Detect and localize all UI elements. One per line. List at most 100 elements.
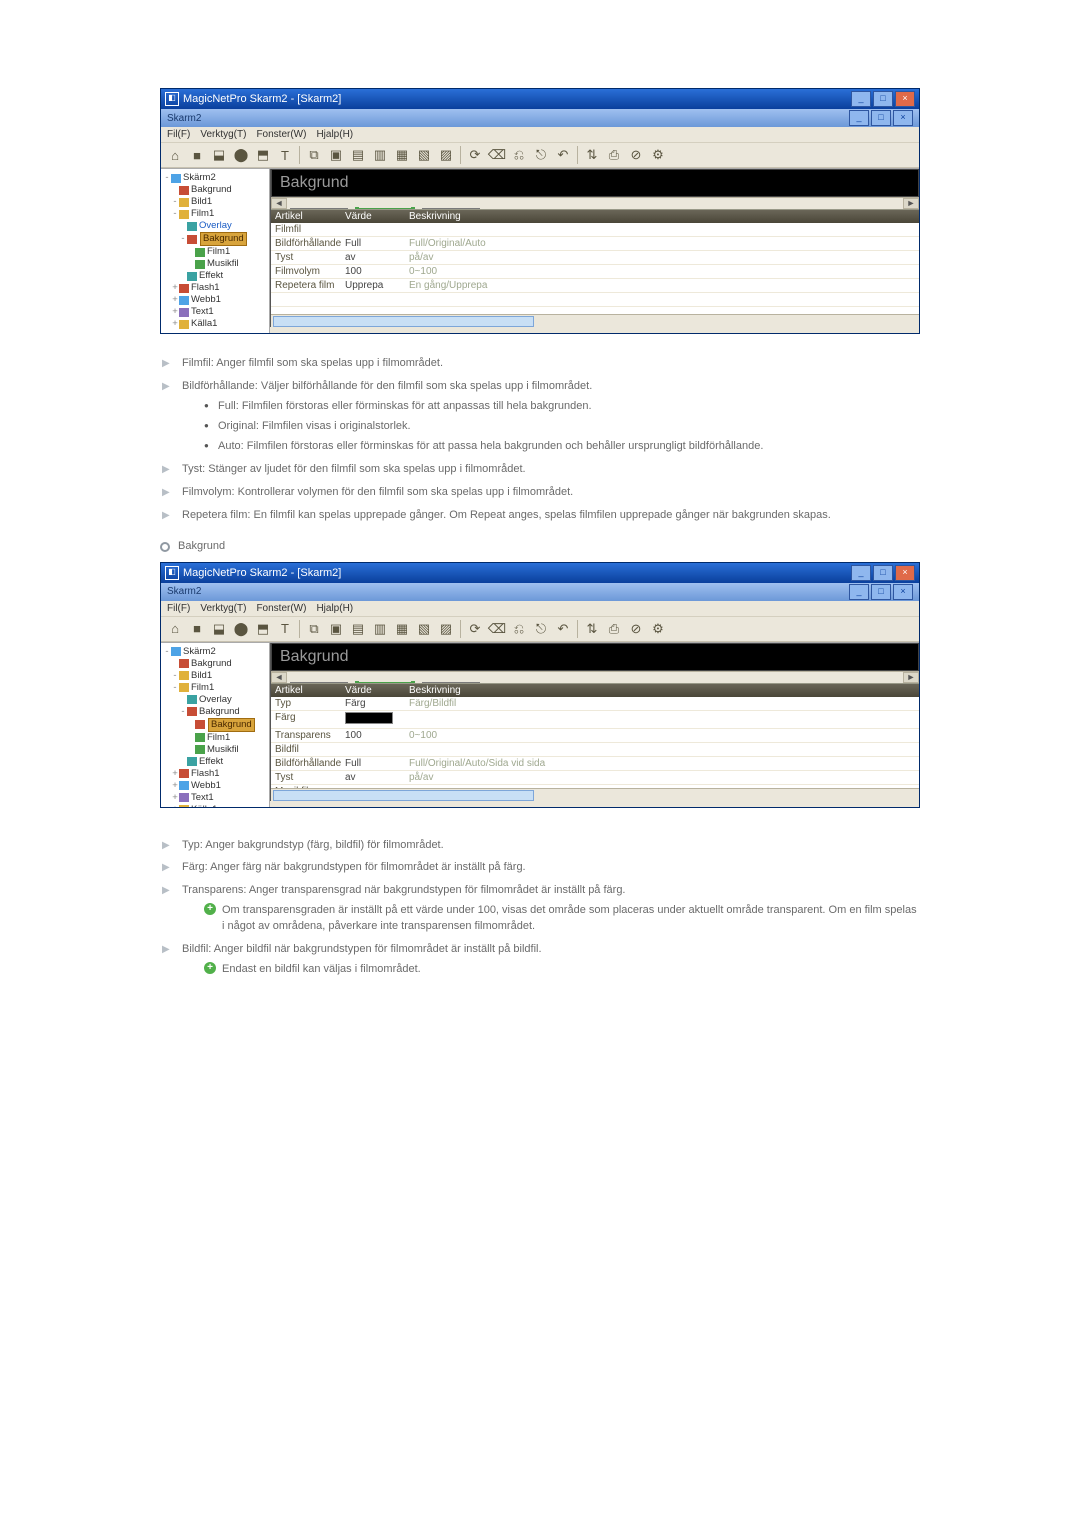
prop-value[interactable]: 100 — [345, 266, 409, 277]
toolbar-button-2[interactable]: ⬓ — [209, 145, 229, 165]
tree-item[interactable]: -Bakgrund — [163, 232, 267, 246]
toolbar-button-20[interactable]: ⊘ — [626, 145, 646, 165]
toolbar-button-9[interactable]: ▥ — [370, 619, 390, 639]
property-row[interactable]: Repetera filmUpprepaEn gång/Upprepa — [271, 279, 919, 293]
tree-item[interactable]: -Bild1 — [163, 670, 267, 682]
property-row[interactable]: Bildfil — [271, 743, 919, 757]
property-row[interactable]: Filmvolym1000~100 — [271, 265, 919, 279]
toolbar-button-6[interactable]: ⧉ — [304, 619, 324, 639]
tree-item[interactable]: +Källa1 — [163, 804, 267, 807]
toolbar-button-13[interactable]: ⟳ — [465, 145, 485, 165]
canvas[interactable]: Bakgrund Bild1 Film1 Flash1 Webb1 Text1 … — [271, 169, 919, 197]
sub-max-button[interactable]: □ — [871, 110, 891, 126]
prop-value[interactable]: Full — [345, 758, 409, 769]
toolbar-button-8[interactable]: ▤ — [348, 619, 368, 639]
toolbar-button-5[interactable]: T — [275, 619, 295, 639]
tree-item[interactable]: Overlay — [163, 220, 267, 232]
toolbar-button-16[interactable]: ⎋ — [531, 145, 551, 165]
prop-value[interactable] — [345, 224, 409, 235]
toolbar-button-21[interactable]: ⚙ — [648, 145, 668, 165]
toolbar-button-19[interactable]: ⎙ — [604, 619, 624, 639]
toolbar-button-8[interactable]: ▤ — [348, 145, 368, 165]
tree-item[interactable]: +Källa1 — [163, 318, 267, 330]
props-scrollbar[interactable] — [271, 788, 919, 801]
toolbar-button-17[interactable]: ↶ — [553, 619, 573, 639]
tree-item[interactable]: Film1 — [163, 246, 267, 258]
props-scrollbar[interactable] — [271, 314, 919, 327]
menu-file[interactable]: Fil(F) — [167, 603, 190, 614]
canvas[interactable]: Bakgrund Bild1 Film1 Flash1 Webb1 Text1 … — [271, 643, 919, 671]
tree-item[interactable]: -Skärm2 — [163, 172, 267, 184]
toolbar-button-6[interactable]: ⧉ — [304, 145, 324, 165]
tree-panel[interactable]: -Skärm2Bakgrund-Bild1-Film1Overlay-Bakgr… — [161, 643, 270, 807]
property-row[interactable]: Transparens1000~100 — [271, 729, 919, 743]
sub-min-button[interactable]: _ — [849, 110, 869, 126]
tree-item[interactable]: -Skärm2 — [163, 646, 267, 658]
maximize-button[interactable]: □ — [873, 565, 893, 581]
tree-item[interactable]: +Flash1 — [163, 282, 267, 294]
tree-item[interactable]: Effekt — [163, 270, 267, 282]
tree-item[interactable]: Film1 — [163, 732, 267, 744]
toolbar-button-5[interactable]: T — [275, 145, 295, 165]
prop-value[interactable]: av — [345, 252, 409, 263]
toolbar-button-10[interactable]: ▦ — [392, 145, 412, 165]
sub-max-button[interactable]: □ — [871, 584, 891, 600]
sub-close-button[interactable]: × — [893, 110, 913, 126]
toolbar-button-3[interactable]: ⬤ — [231, 619, 251, 639]
menu-help[interactable]: Hjalp(H) — [316, 129, 353, 140]
menu-file[interactable]: Fil(F) — [167, 129, 190, 140]
sub-close-button[interactable]: × — [893, 584, 913, 600]
prop-value[interactable]: av — [345, 772, 409, 783]
scroll-left-button[interactable]: ◄ — [271, 198, 287, 209]
property-row[interactable]: Tystavpå/av — [271, 771, 919, 785]
prop-value[interactable] — [345, 712, 409, 727]
prop-value[interactable]: Full — [345, 238, 409, 249]
scroll-left-button[interactable]: ◄ — [271, 672, 287, 683]
window-titlebar[interactable]: ◧ MagicNetPro Skarm2 - [Skarm2] _ □ × — [161, 89, 919, 109]
toolbar-button-7[interactable]: ▣ — [326, 619, 346, 639]
tree-item[interactable]: Effekt — [163, 756, 267, 768]
prop-value[interactable]: Färg — [345, 698, 409, 709]
toolbar-button-15[interactable]: ⎌ — [509, 619, 529, 639]
tree-item[interactable]: Musikfil — [163, 744, 267, 756]
maximize-button[interactable]: □ — [873, 91, 893, 107]
toolbar-button-3[interactable]: ⬤ — [231, 145, 251, 165]
prop-value[interactable]: 100 — [345, 730, 409, 741]
toolbar-button-14[interactable]: ⌫ — [487, 619, 507, 639]
window-titlebar[interactable]: ◧ MagicNetPro Skarm2 - [Skarm2] _ □ × — [161, 563, 919, 583]
tree-item[interactable]: -Film1 — [163, 208, 267, 220]
property-row[interactable]: Filmfil — [271, 223, 919, 237]
toolbar-button-18[interactable]: ⇅ — [582, 619, 602, 639]
toolbar-button-20[interactable]: ⊘ — [626, 619, 646, 639]
close-button[interactable]: × — [895, 565, 915, 581]
tree-item[interactable]: -Bakgrund — [163, 706, 267, 718]
toolbar-button-14[interactable]: ⌫ — [487, 145, 507, 165]
toolbar-button-21[interactable]: ⚙ — [648, 619, 668, 639]
toolbar-button-11[interactable]: ▧ — [414, 619, 434, 639]
toolbar-button-1[interactable]: ■ — [187, 619, 207, 639]
tree-item[interactable]: Musikfil — [163, 258, 267, 270]
toolbar-button-9[interactable]: ▥ — [370, 145, 390, 165]
property-row[interactable]: Tystavpå/av — [271, 251, 919, 265]
property-row[interactable]: TypFärgFärg/Bildfil — [271, 697, 919, 711]
toolbar-button-18[interactable]: ⇅ — [582, 145, 602, 165]
property-row[interactable]: Färg — [271, 711, 919, 729]
toolbar-button-12[interactable]: ▨ — [436, 619, 456, 639]
scroll-right-button[interactable]: ► — [903, 198, 919, 209]
toolbar-button-7[interactable]: ▣ — [326, 145, 346, 165]
menu-help[interactable]: Hjalp(H) — [316, 603, 353, 614]
toolbar-button-15[interactable]: ⎌ — [509, 145, 529, 165]
minimize-button[interactable]: _ — [851, 91, 871, 107]
tree-item[interactable]: +Text1 — [163, 792, 267, 804]
menu-window[interactable]: Fonster(W) — [256, 129, 306, 140]
tree-item[interactable]: +Text1 — [163, 306, 267, 318]
toolbar-button-11[interactable]: ▧ — [414, 145, 434, 165]
toolbar-button-13[interactable]: ⟳ — [465, 619, 485, 639]
tree-item[interactable]: Overlay — [163, 694, 267, 706]
tree-item[interactable]: Bakgrund — [163, 718, 267, 732]
menu-tools[interactable]: Verktyg(T) — [200, 129, 246, 140]
prop-value[interactable]: Upprepa — [345, 280, 409, 291]
toolbar-button-16[interactable]: ⎋ — [531, 619, 551, 639]
scroll-right-button[interactable]: ► — [903, 672, 919, 683]
toolbar-button-1[interactable]: ■ — [187, 145, 207, 165]
